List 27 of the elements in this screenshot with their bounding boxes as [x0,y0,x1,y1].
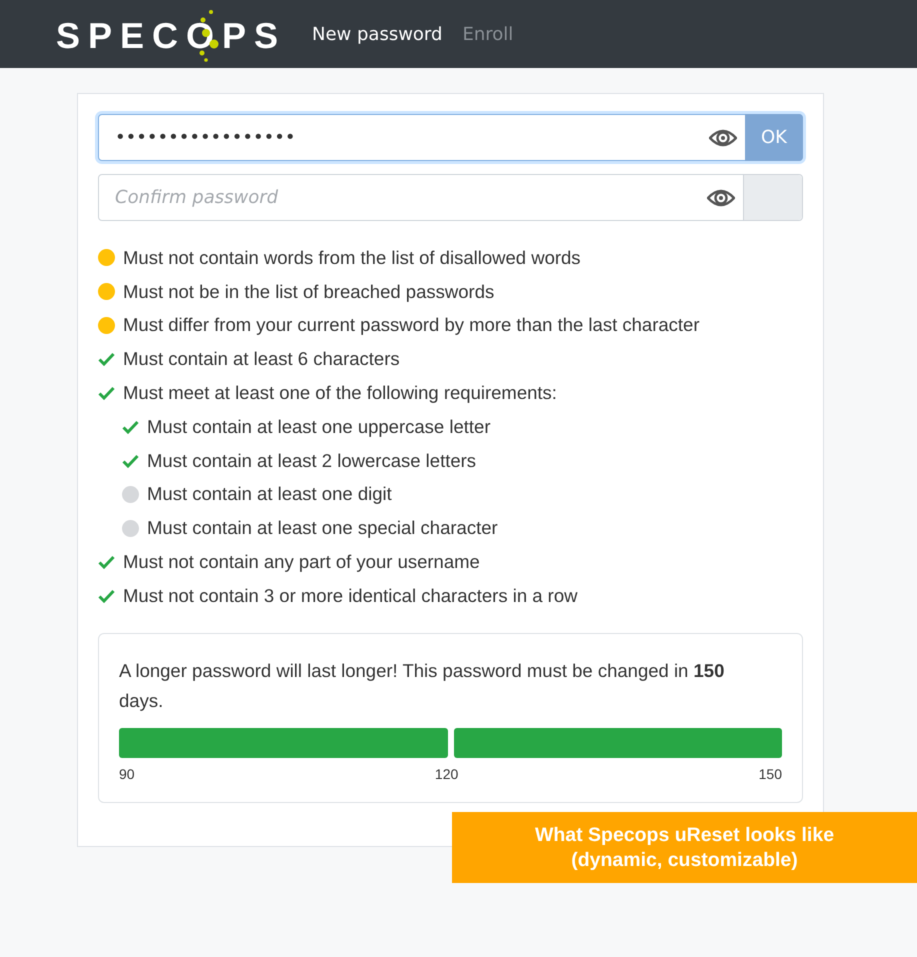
nav-link[interactable]: New password [312,24,442,44]
confirm-password-field[interactable]: Confirm password [98,174,803,221]
logo: SPECOPS [56,4,282,64]
requirement-text: Must not contain 3 or more identical characters in a row [123,584,578,607]
requirement-text: Must contain at least one special character [147,517,498,540]
password-field[interactable]: ••••••••••••••••• OK [98,114,803,161]
tick-label: 120 [434,766,458,782]
password-input[interactable]: ••••••••••••••••• [99,115,709,160]
requirement-text: Must contain at least 6 characters [123,348,400,370]
eye-icon[interactable] [709,128,737,148]
requirement-text: Must contain at least one digit [147,483,392,506]
callout-text: (dynamic, customizable) [571,848,798,872]
requirement-text: Must not be in the list of breached passwords [123,280,494,303]
tick-label: 90 [119,766,135,782]
confirm-password-input[interactable]: Confirm password [99,175,707,220]
callout-text: What Specops uReset looks like [534,824,834,846]
expiry-message: A longer password will last longer! This password must be changed in 150 days. [119,658,726,713]
eye-icon[interactable] [707,188,735,208]
requirement-text: Must contain at least one uppercase letter [147,416,490,438]
requirement-text: Must differ from your current password by more than the last character [123,314,700,336]
requirement-text: Must not contain any part of your username [123,551,480,574]
tick-label: 150 [758,766,782,782]
requirement-text: Must contain at least 2 lowercase letters [147,450,476,472]
requirement-text: Must meet at least one of the following requirements: [123,382,557,404]
requirement-text: Must not contain words from the list of disallowed words [123,246,581,269]
addon-box [743,175,802,220]
nav-link[interactable]: Enroll [462,24,514,44]
